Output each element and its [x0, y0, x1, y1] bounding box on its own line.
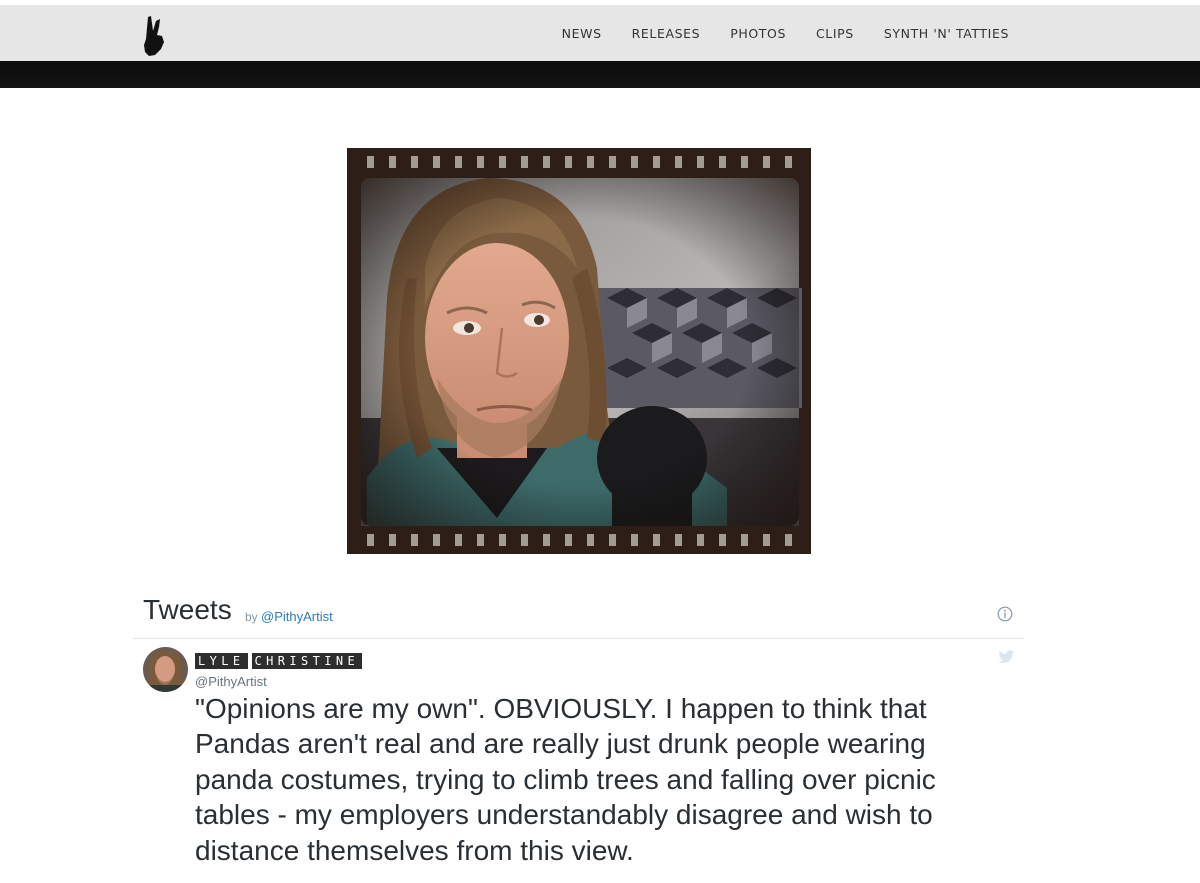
nav-photos[interactable]: PHOTOS [730, 26, 786, 41]
tweets-by-prefix: by [245, 610, 258, 624]
navbar: NEWS RELEASES PHOTOS CLIPS SYNTH 'N' TAT… [0, 5, 1200, 61]
author-name[interactable]: LYLE CHRISTINE [195, 653, 366, 669]
info-icon[interactable] [997, 606, 1013, 622]
twitter-bird-icon[interactable] [998, 650, 1015, 664]
tweets-divider [133, 638, 1024, 639]
tweets-by: by @PithyArtist [245, 609, 333, 624]
portrait-photo [347, 148, 811, 554]
author-handle[interactable]: @PithyArtist [195, 674, 267, 689]
tweets-by-handle-link[interactable]: @PithyArtist [261, 609, 333, 624]
nav-clips[interactable]: CLIPS [816, 26, 854, 41]
author-first-name: LYLE [195, 653, 248, 669]
nav-synth-n-tatties[interactable]: SYNTH 'N' TATTIES [884, 26, 1009, 41]
nav-news[interactable]: NEWS [562, 26, 602, 41]
tweets-header: Tweets by @PithyArtist [143, 594, 1023, 638]
tweets-title: Tweets [143, 594, 232, 625]
peace-hand-logo[interactable] [142, 15, 170, 57]
tweet-text: "Opinions are my own". OBVIOUSLY. I happ… [195, 693, 936, 866]
avatar[interactable] [143, 647, 188, 692]
author-last-name: CHRISTINE [251, 653, 363, 669]
header-band [0, 61, 1200, 88]
nav-releases[interactable]: RELEASES [632, 26, 701, 41]
nav-links: NEWS RELEASES PHOTOS CLIPS SYNTH 'N' TAT… [532, 5, 1009, 61]
